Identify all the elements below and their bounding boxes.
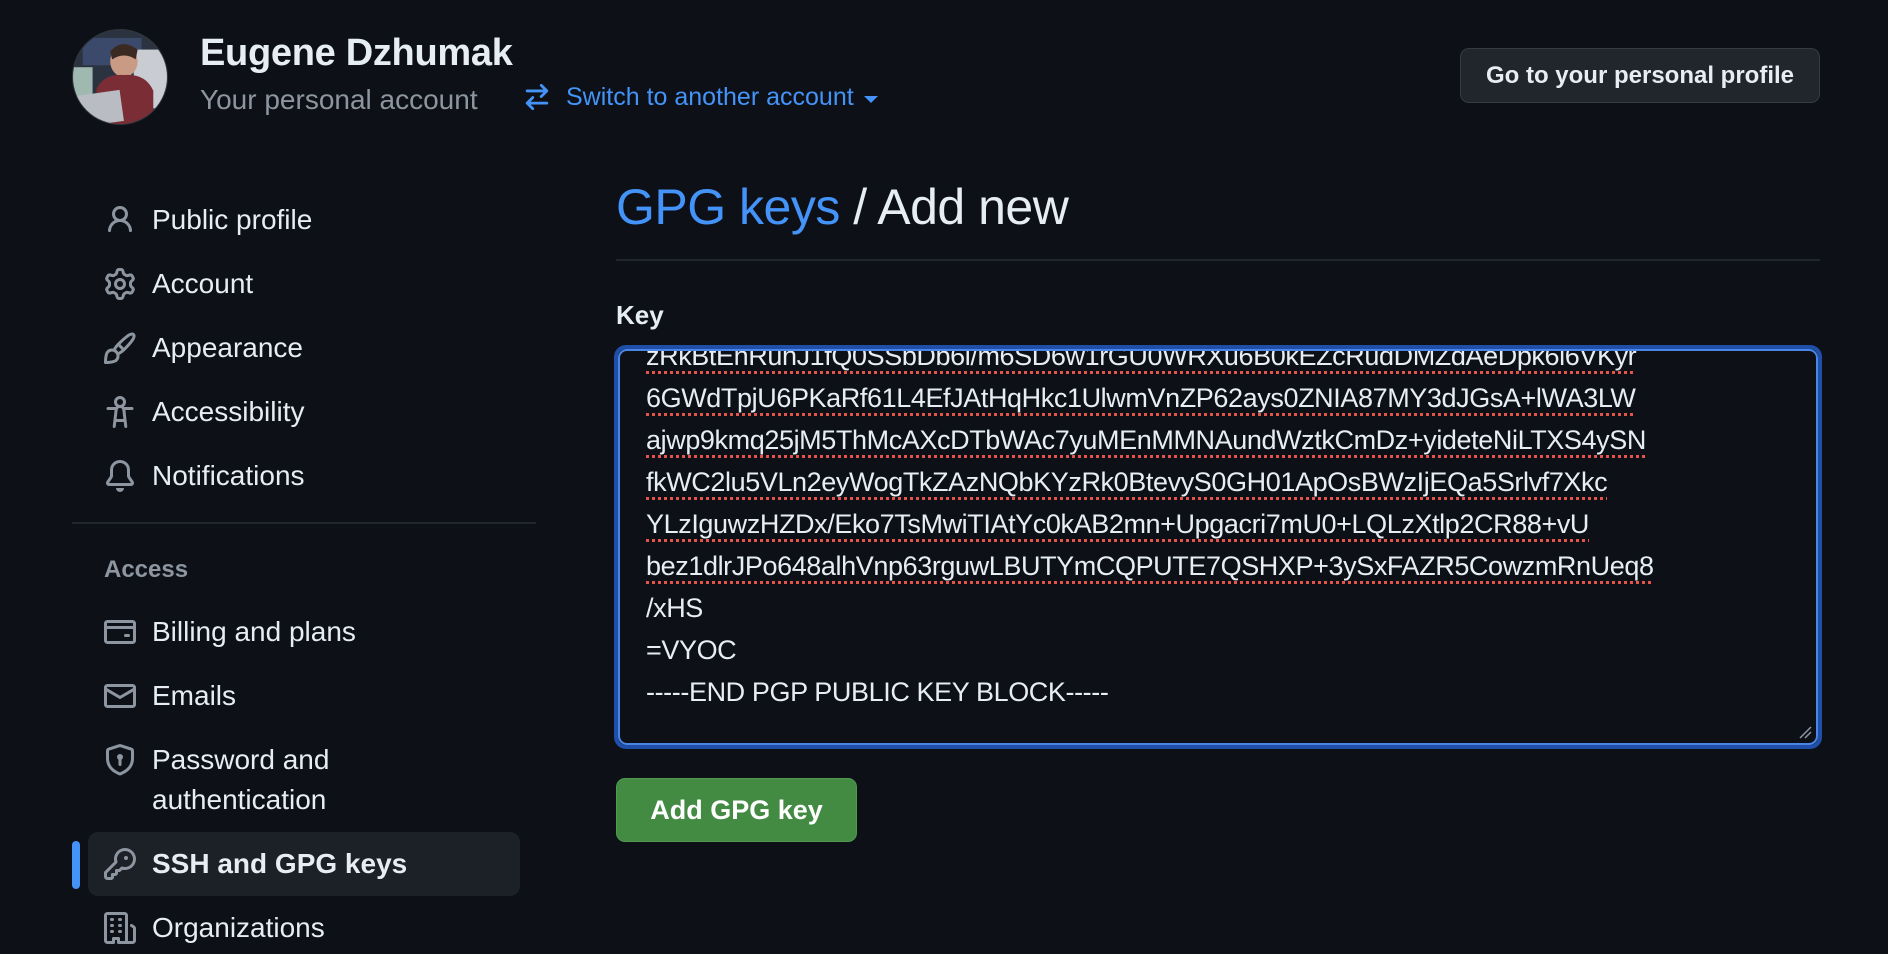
key-line: -----END PGP PUBLIC KEY BLOCK----- bbox=[646, 677, 1109, 707]
resize-handle-icon[interactable] bbox=[1798, 725, 1812, 739]
sidebar-item-label: Organizations bbox=[152, 912, 325, 943]
label-line-1: Password and bbox=[152, 744, 330, 775]
switch-account-link[interactable]: Switch to another account bbox=[522, 82, 878, 112]
switch-account-label: Switch to another account bbox=[566, 82, 854, 111]
paintbrush-icon bbox=[104, 332, 136, 364]
breadcrumb-gpg-keys-link[interactable]: GPG keys bbox=[616, 179, 840, 235]
shield-lock-icon bbox=[104, 744, 136, 776]
sidebar-item-label: Password and authentication bbox=[152, 740, 329, 820]
sidebar-item-organizations[interactable]: Organizations bbox=[88, 896, 520, 954]
arrow-switch-icon bbox=[525, 83, 549, 111]
sidebar-item-public-profile[interactable]: Public profile bbox=[88, 188, 520, 252]
avatar bbox=[72, 29, 168, 125]
gear-icon bbox=[104, 268, 136, 300]
add-gpg-key-button[interactable]: Add GPG key bbox=[616, 778, 857, 842]
sidebar-item-emails[interactable]: Emails bbox=[88, 664, 520, 728]
breadcrumb-separator: / bbox=[839, 179, 878, 235]
avatar-photo bbox=[73, 30, 167, 124]
sidebar-item-notifications[interactable]: Notifications bbox=[88, 444, 520, 508]
key-line: =VYOC bbox=[646, 635, 737, 665]
sidebar-item-label: Account bbox=[152, 268, 254, 299]
sidebar-item-billing[interactable]: Billing and plans bbox=[88, 600, 520, 664]
sidebar-item-accessibility[interactable]: Accessibility bbox=[88, 380, 520, 444]
sidebar-item-account[interactable]: Account bbox=[88, 252, 520, 316]
key-textarea-content: zRkBtEhRuhJ1fQ0SSbDb6i/m6SD6w1rGU0WRXu6B… bbox=[646, 349, 1796, 713]
sidebar-item-password-auth[interactable]: Password and authentication bbox=[88, 728, 520, 824]
go-to-profile-button[interactable]: Go to your personal profile bbox=[1460, 48, 1820, 103]
person-icon bbox=[104, 204, 136, 236]
key-line: bez1dlrJPo648alhVnp63rguwLBUTYmCQPUTE7QS… bbox=[646, 551, 1654, 581]
key-line: 6GWdTpjU6PKaRf61L4EfJAtHqHkc1UlwmVnZP62a… bbox=[646, 383, 1636, 413]
section-title-access: Access bbox=[104, 556, 189, 583]
sidebar-item-ssh-gpg-keys[interactable]: SSH and GPG keys bbox=[88, 832, 520, 896]
key-line: fkWC2lu5VLn2eyWogTkZAzNQbKYzRk0BtevyS0GH… bbox=[646, 467, 1608, 497]
sidebar-item-label: SSH and GPG keys bbox=[152, 848, 408, 879]
key-line: YLzIguwzHZDx/Eko7TsMwiTIAtYc0kAB2mn+Upga… bbox=[646, 509, 1590, 539]
key-icon bbox=[104, 848, 136, 880]
sidebar-item-label: Notifications bbox=[152, 460, 305, 491]
caret-down-icon bbox=[863, 95, 878, 103]
breadcrumb-current: Add new bbox=[877, 179, 1069, 235]
key-line: zRkBtEhRuhJ1fQ0SSbDb6i/m6SD6w1rGU0WRXu6B… bbox=[646, 349, 1637, 371]
organization-icon bbox=[104, 912, 136, 944]
key-line: /xHS bbox=[646, 593, 703, 623]
page-title: GPG keys / Add new bbox=[616, 178, 1069, 236]
sidebar-divider bbox=[72, 522, 536, 524]
user-name: Eugene Dzhumak bbox=[200, 32, 513, 74]
sidebar-item-label: Public profile bbox=[152, 204, 313, 235]
key-textarea-focus-ring: zRkBtEhRuhJ1fQ0SSbDb6i/m6SD6w1rGU0WRXu6B… bbox=[614, 345, 1822, 749]
active-indicator bbox=[72, 841, 80, 889]
key-textarea[interactable]: zRkBtEhRuhJ1fQ0SSbDb6i/m6SD6w1rGU0WRXu6B… bbox=[618, 349, 1818, 745]
label-line-2: authentication bbox=[152, 784, 327, 815]
sidebar-item-appearance[interactable]: Appearance bbox=[88, 316, 520, 380]
key-label: Key bbox=[616, 300, 664, 330]
accessibility-icon bbox=[104, 396, 136, 428]
sidebar-item-label: Appearance bbox=[152, 332, 304, 363]
sidebar-item-label: Billing and plans bbox=[152, 616, 356, 647]
mail-icon bbox=[104, 680, 136, 712]
sidebar-item-label: Accessibility bbox=[152, 396, 305, 427]
key-line: ajwp9kmq25jM5ThMcAXcDTbWAc7yuMEnMMNAundW… bbox=[646, 425, 1646, 455]
account-type: Your personal account bbox=[200, 84, 478, 115]
bell-icon bbox=[104, 460, 136, 492]
heading-divider bbox=[616, 259, 1820, 261]
credit-card-icon bbox=[104, 616, 136, 648]
sidebar-item-label: Emails bbox=[152, 680, 237, 711]
